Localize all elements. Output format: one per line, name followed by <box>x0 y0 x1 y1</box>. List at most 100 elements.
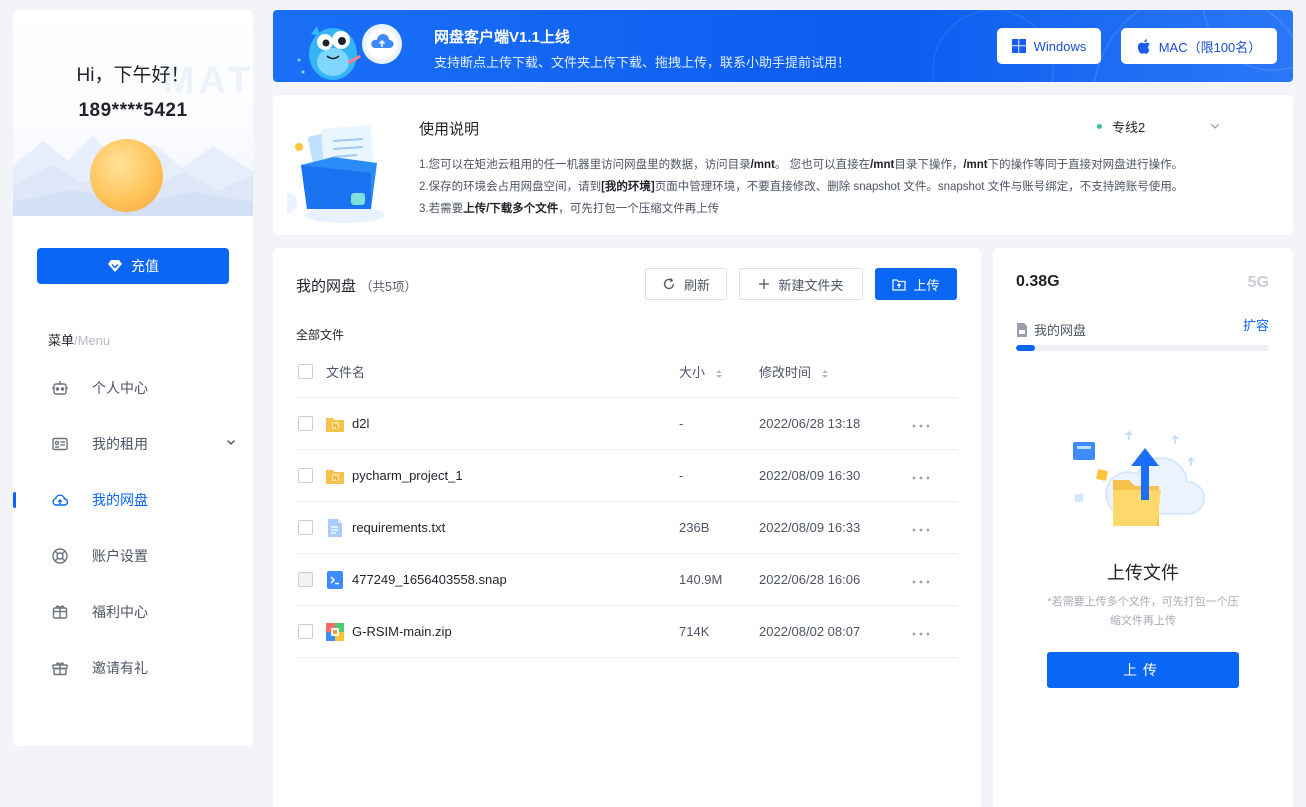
mac-download-button[interactable]: MAC（限100名） <box>1121 28 1277 64</box>
storage-used: 0.38G <box>1016 273 1060 290</box>
file-list-panel: 我的网盘（共5项） 刷新 新建文件夹 上传 全部文件 文件名 大小 修改时间 <box>273 248 981 807</box>
column-modified[interactable]: 修改时间 <box>759 362 829 381</box>
cloud-icon <box>51 491 69 509</box>
file-size: 714K <box>679 624 710 639</box>
instructions-title: 使用说明 <box>419 121 480 138</box>
sidebar-item-benefits-center[interactable]: 福利中心 <box>13 584 253 640</box>
sidebar-item-label: 福利中心 <box>92 604 148 620</box>
upload-hint: *若需要上传多个文件，可先打包一个压缩文件再上传 <box>1047 596 1239 627</box>
column-size[interactable]: 大小 <box>679 362 723 381</box>
present-icon <box>51 659 69 677</box>
row-checkbox[interactable] <box>298 624 313 639</box>
diamond-icon <box>108 260 122 272</box>
sidebar-item-account-settings[interactable]: 账户设置 <box>13 528 253 584</box>
table-row[interactable]: d2l - 2022/06/28 13:18 <box>296 398 957 450</box>
files-count: （共5项） <box>360 280 417 294</box>
refresh-button[interactable]: 刷新 <box>645 268 727 300</box>
table-row[interactable]: pycharm_project_1 - 2022/08/09 16:30 <box>296 450 957 502</box>
upload-button[interactable]: 上传 <box>875 268 957 300</box>
instructions-text: 1.您可以在矩池云租用的任一机器里访问网盘里的数据，访问目录/mnt。 您也可以… <box>419 154 1183 220</box>
sidebar-item-label: 我的租用 <box>92 436 148 452</box>
user-phone: 189****5421 <box>78 100 188 121</box>
row-checkbox[interactable] <box>298 416 313 431</box>
storage-progress-fill <box>1016 345 1036 351</box>
sun-illustration <box>90 139 163 212</box>
refresh-icon <box>663 278 675 290</box>
sort-icon <box>821 369 829 379</box>
breadcrumb[interactable]: 全部文件 <box>296 326 344 343</box>
robot-icon <box>51 379 69 397</box>
line-selector-value: 专线2 <box>1112 119 1146 135</box>
folder-icon <box>326 469 344 484</box>
sidebar-menu: 个人中心 我的租用 我的网盘 账户设置 福利中心 邀请有礼 <box>13 360 253 696</box>
storage-label: 我的网盘 <box>1016 320 1086 339</box>
refresh-label: 刷新 <box>683 277 710 293</box>
file-icon <box>1017 322 1027 337</box>
more-actions-icon[interactable] <box>912 572 930 587</box>
upload-files-title: 上传文件 <box>1107 563 1179 583</box>
recharge-button[interactable]: 充值 <box>37 248 229 284</box>
more-actions-icon[interactable] <box>912 416 930 431</box>
table-row[interactable]: 477249_1656403558.snap 140.9M 2022/06/28… <box>296 554 957 606</box>
new-folder-label: 新建文件夹 <box>778 277 844 293</box>
file-size: - <box>679 416 684 431</box>
more-actions-icon[interactable] <box>912 520 930 535</box>
more-actions-icon[interactable] <box>912 624 930 639</box>
recharge-label: 充值 <box>131 258 159 274</box>
expand-storage-link[interactable]: 扩容 <box>1243 315 1269 334</box>
line-selector[interactable]: 专线2 <box>1097 115 1221 137</box>
windows-download-button[interactable]: Windows <box>997 28 1101 64</box>
sort-icon <box>715 369 723 379</box>
file-name-cell[interactable]: pycharm_project_1 <box>326 468 463 484</box>
sidebar-item-label: 账户设置 <box>92 548 148 564</box>
file-name-cell[interactable]: G-RSIM-main.zip <box>326 622 452 641</box>
upload-files-button[interactable]: 上传 <box>1047 652 1239 688</box>
select-all-checkbox[interactable] <box>298 364 313 379</box>
upload-label: 上传 <box>913 277 940 293</box>
instruction-line-3: 3.若需要上传/下载多个文件，可先打包一个压缩文件再上传 <box>419 203 720 215</box>
greeting: Hi，下午好！ <box>76 65 190 86</box>
file-modified: 2022/06/28 13:18 <box>759 416 861 431</box>
file-name-cell[interactable]: requirements.txt <box>326 518 445 537</box>
gift-box-icon <box>51 603 69 621</box>
files-title: 我的网盘 （共5项） <box>296 278 417 295</box>
column-name: 文件名 <box>326 365 366 380</box>
file-modified: 2022/08/09 16:33 <box>759 520 861 535</box>
file-modified: 2022/08/09 16:30 <box>759 468 861 483</box>
row-checkbox[interactable] <box>298 468 313 483</box>
storage-progress-bar <box>1016 345 1269 351</box>
windows-label: Windows <box>1033 38 1087 54</box>
table-row[interactable]: requirements.txt 236B 2022/08/09 16:33 <box>296 502 957 554</box>
row-checkbox[interactable] <box>298 520 313 535</box>
mac-label: MAC（限100名） <box>1158 39 1262 55</box>
usage-instructions-card: 使用说明 专线2 1.您可以在矩池云租用的任一机器里访问网盘里的数据，访问目录/… <box>273 95 1293 235</box>
file-name-cell[interactable]: d2l <box>326 416 369 432</box>
sidebar-item-my-rentals[interactable]: 我的租用 <box>13 416 253 472</box>
client-release-banner[interactable]: 网盘客户端V1.1上线 支持断点上传下载、文件夹上传下载、拖拽上传，联系小助手提… <box>273 10 1293 82</box>
terminal-file-icon <box>327 570 343 589</box>
sidebar-item-label: 我的网盘 <box>92 492 148 508</box>
mascot-illustration <box>297 24 402 80</box>
id-card-icon <box>51 435 69 453</box>
text-file-icon <box>328 518 342 537</box>
sidebar-item-my-drive[interactable]: 我的网盘 <box>13 472 253 528</box>
chevron-down-icon[interactable] <box>225 436 237 448</box>
banner-title: 网盘客户端V1.1上线 <box>434 29 570 46</box>
new-folder-button[interactable]: 新建文件夹 <box>739 268 863 300</box>
sidebar-item-personal-center[interactable]: 个人中心 <box>13 360 253 416</box>
sidebar-item-invite-gift[interactable]: 邀请有礼 <box>13 640 253 696</box>
file-modified: 2022/06/28 16:06 <box>759 572 861 587</box>
status-dot-icon <box>1097 123 1102 129</box>
cloud-upload-illustration <box>1073 430 1205 526</box>
storage-panel: 0.38G 5G 我的网盘 扩容 上传文件 *若需要上传多个文件，可先打包一个压… <box>993 248 1293 807</box>
file-modified: 2022/08/02 08:07 <box>759 624 861 639</box>
banner-subtitle: 支持断点上传下载、文件夹上传下载、拖拽上传，联系小助手提前试用！ <box>434 55 851 70</box>
upload-folder-icon <box>892 278 907 291</box>
file-size: 140.9M <box>679 572 723 587</box>
table-row[interactable]: G-RSIM-main.zip 714K 2022/08/02 08:07 <box>296 606 957 658</box>
lifebuoy-icon <box>51 547 69 565</box>
file-name-cell[interactable]: 477249_1656403558.snap <box>326 570 507 589</box>
storage-total: 5G <box>1247 274 1269 291</box>
row-checkbox[interactable] <box>298 572 313 587</box>
more-actions-icon[interactable] <box>912 468 930 483</box>
